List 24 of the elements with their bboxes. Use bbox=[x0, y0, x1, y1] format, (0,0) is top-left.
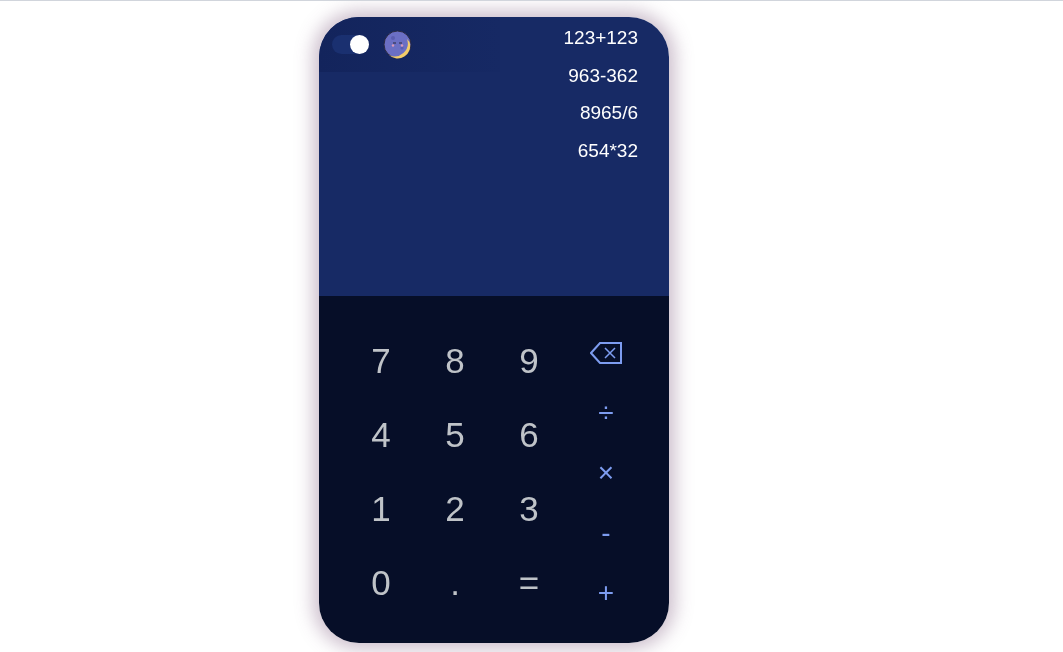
key-button[interactable]: 0 bbox=[344, 545, 418, 619]
history-entry: 123+123 bbox=[563, 26, 638, 50]
toggle-knob bbox=[350, 35, 369, 54]
key-button[interactable]: 8 bbox=[418, 323, 492, 397]
operator-button[interactable]: ÷ bbox=[576, 383, 636, 443]
backspace-icon bbox=[590, 342, 622, 364]
history-entry: 8965/6 bbox=[579, 101, 638, 126]
key-button[interactable]: . bbox=[418, 545, 492, 619]
key-button[interactable]: = bbox=[492, 545, 566, 619]
key-button[interactable]: 1 bbox=[344, 471, 418, 545]
key-button[interactable]: 4 bbox=[344, 397, 418, 471]
moon-icon bbox=[383, 30, 412, 59]
history-entry: 654*32 bbox=[577, 138, 638, 163]
theme-toggle[interactable] bbox=[332, 35, 369, 54]
operator-button[interactable]: - bbox=[576, 503, 636, 563]
key-button[interactable]: 6 bbox=[492, 397, 566, 471]
operator-button[interactable]: × bbox=[576, 443, 636, 503]
operator-button[interactable]: + bbox=[576, 563, 636, 623]
key-button[interactable]: 3 bbox=[492, 471, 566, 545]
key-button[interactable]: 7 bbox=[344, 323, 418, 397]
history-entry: 963-362 bbox=[568, 63, 638, 88]
key-button[interactable]: 9 bbox=[492, 323, 566, 397]
key-button[interactable]: 2 bbox=[418, 471, 492, 545]
key-button[interactable]: 5 bbox=[418, 397, 492, 471]
